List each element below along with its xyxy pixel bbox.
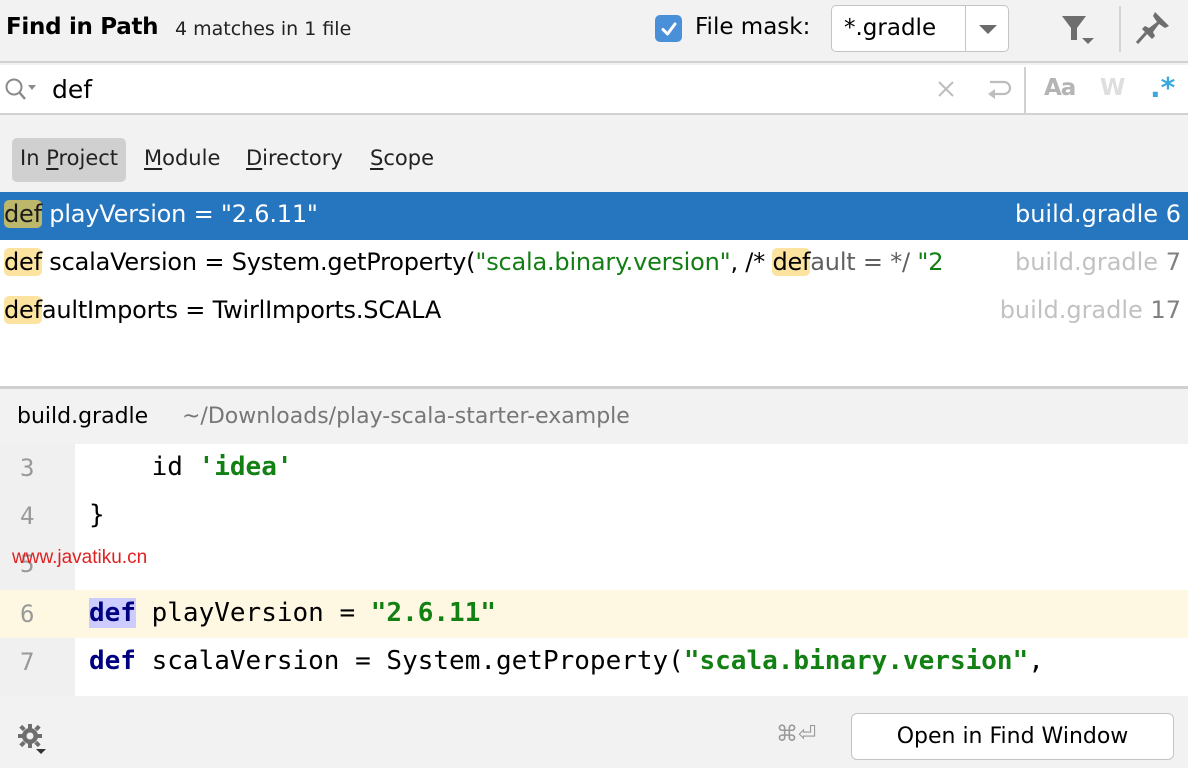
header-separator	[1119, 6, 1121, 52]
result-location: build.gradle 7	[1008, 248, 1181, 276]
open-in-find-window-button[interactable]: Open in Find Window	[851, 713, 1174, 760]
code-line-current: 6 def playVersion = "2.6.11"	[0, 590, 1188, 638]
dialog-footer: ⌘⏎ Open in Find Window	[0, 696, 1188, 768]
line-number: 4	[0, 492, 75, 540]
match-case-toggle[interactable]: Aa	[1044, 75, 1076, 101]
tab-directory[interactable]: Directory	[238, 138, 351, 182]
match-highlight: def	[4, 296, 42, 324]
shortcut-hint: ⌘⏎	[776, 722, 817, 747]
line-number: 3	[0, 444, 75, 492]
chevron-down-icon[interactable]	[979, 25, 997, 34]
code-line: 5	[0, 540, 1188, 588]
code-preview[interactable]: 3 id 'idea' 4 } 5 6 def playVersion = "2…	[0, 444, 1188, 696]
newline-icon	[988, 80, 1012, 99]
result-location: build.gradle 17	[993, 296, 1181, 324]
new-line-button[interactable]	[984, 76, 1012, 104]
whole-words-toggle[interactable]: W	[1100, 75, 1125, 101]
combo-divider	[965, 6, 966, 51]
settings-button[interactable]	[16, 723, 50, 757]
find-header: Find in Path 4 matches in 1 file File ma…	[0, 0, 1188, 63]
match-highlight: def	[4, 200, 42, 228]
tab-module[interactable]: Module	[136, 138, 228, 182]
filter-button[interactable]	[1060, 12, 1100, 48]
clear-search-button[interactable]	[934, 77, 958, 101]
regex-toggle[interactable]: .*	[1150, 71, 1175, 104]
code-line: 4 }	[0, 492, 1188, 540]
result-row[interactable]: def playVersion = "2.6.11" build.gradle …	[0, 192, 1188, 240]
checkmark-icon	[661, 22, 676, 35]
gear-icon	[18, 724, 46, 754]
watermark: www.javatiku.cn	[12, 547, 148, 568]
match-highlight: def	[772, 248, 811, 276]
scope-tabs: In Project Module Directory Scope	[0, 117, 1188, 192]
file-mask-combobox[interactable]: *.gradle	[831, 5, 1009, 52]
preview-header: build.gradle ~/Downloads/play-scala-star…	[0, 389, 1188, 444]
search-history-button[interactable]	[4, 77, 38, 103]
match-summary: 4 matches in 1 file	[175, 18, 352, 40]
file-mask-value[interactable]: *.gradle	[844, 15, 936, 41]
line-number: 7	[0, 638, 75, 686]
pin-button[interactable]	[1135, 10, 1171, 46]
filter-icon	[1062, 16, 1094, 44]
search-bar: Aa W .*	[0, 65, 1188, 115]
match-highlight: def	[4, 248, 42, 276]
search-input[interactable]	[52, 71, 912, 107]
dialog-title: Find in Path	[6, 14, 159, 40]
result-location: build.gradle 6	[1008, 200, 1181, 228]
search-icon	[5, 78, 36, 100]
file-mask-checkbox[interactable]	[655, 15, 682, 42]
result-row[interactable]: defaultImports = TwirlImports.SCALA buil…	[0, 288, 1188, 336]
close-icon	[938, 81, 954, 97]
preview-file-path: ~/Downloads/play-scala-starter-example	[182, 404, 630, 429]
preview-file-name: build.gradle	[17, 404, 149, 429]
keyword-match: def	[89, 598, 136, 628]
tab-in-project[interactable]: In Project	[12, 138, 127, 182]
tab-scope[interactable]: Scope	[362, 138, 442, 182]
search-separator	[1024, 67, 1026, 115]
result-code: def scalaVersion = System.getProperty("s…	[4, 248, 944, 276]
result-row[interactable]: def scalaVersion = System.getProperty("s…	[0, 240, 1188, 288]
pin-icon	[1135, 12, 1169, 45]
result-code: defaultImports = TwirlImports.SCALA	[4, 296, 442, 324]
code-line: 7 def scalaVersion = System.getProperty(…	[0, 638, 1188, 686]
file-mask-label: File mask:	[695, 14, 811, 40]
code-line: 3 id 'idea'	[0, 444, 1188, 492]
result-code: def playVersion = "2.6.11"	[4, 200, 318, 228]
results-list: def playVersion = "2.6.11" build.gradle …	[0, 192, 1188, 386]
line-number: 6	[0, 590, 75, 638]
